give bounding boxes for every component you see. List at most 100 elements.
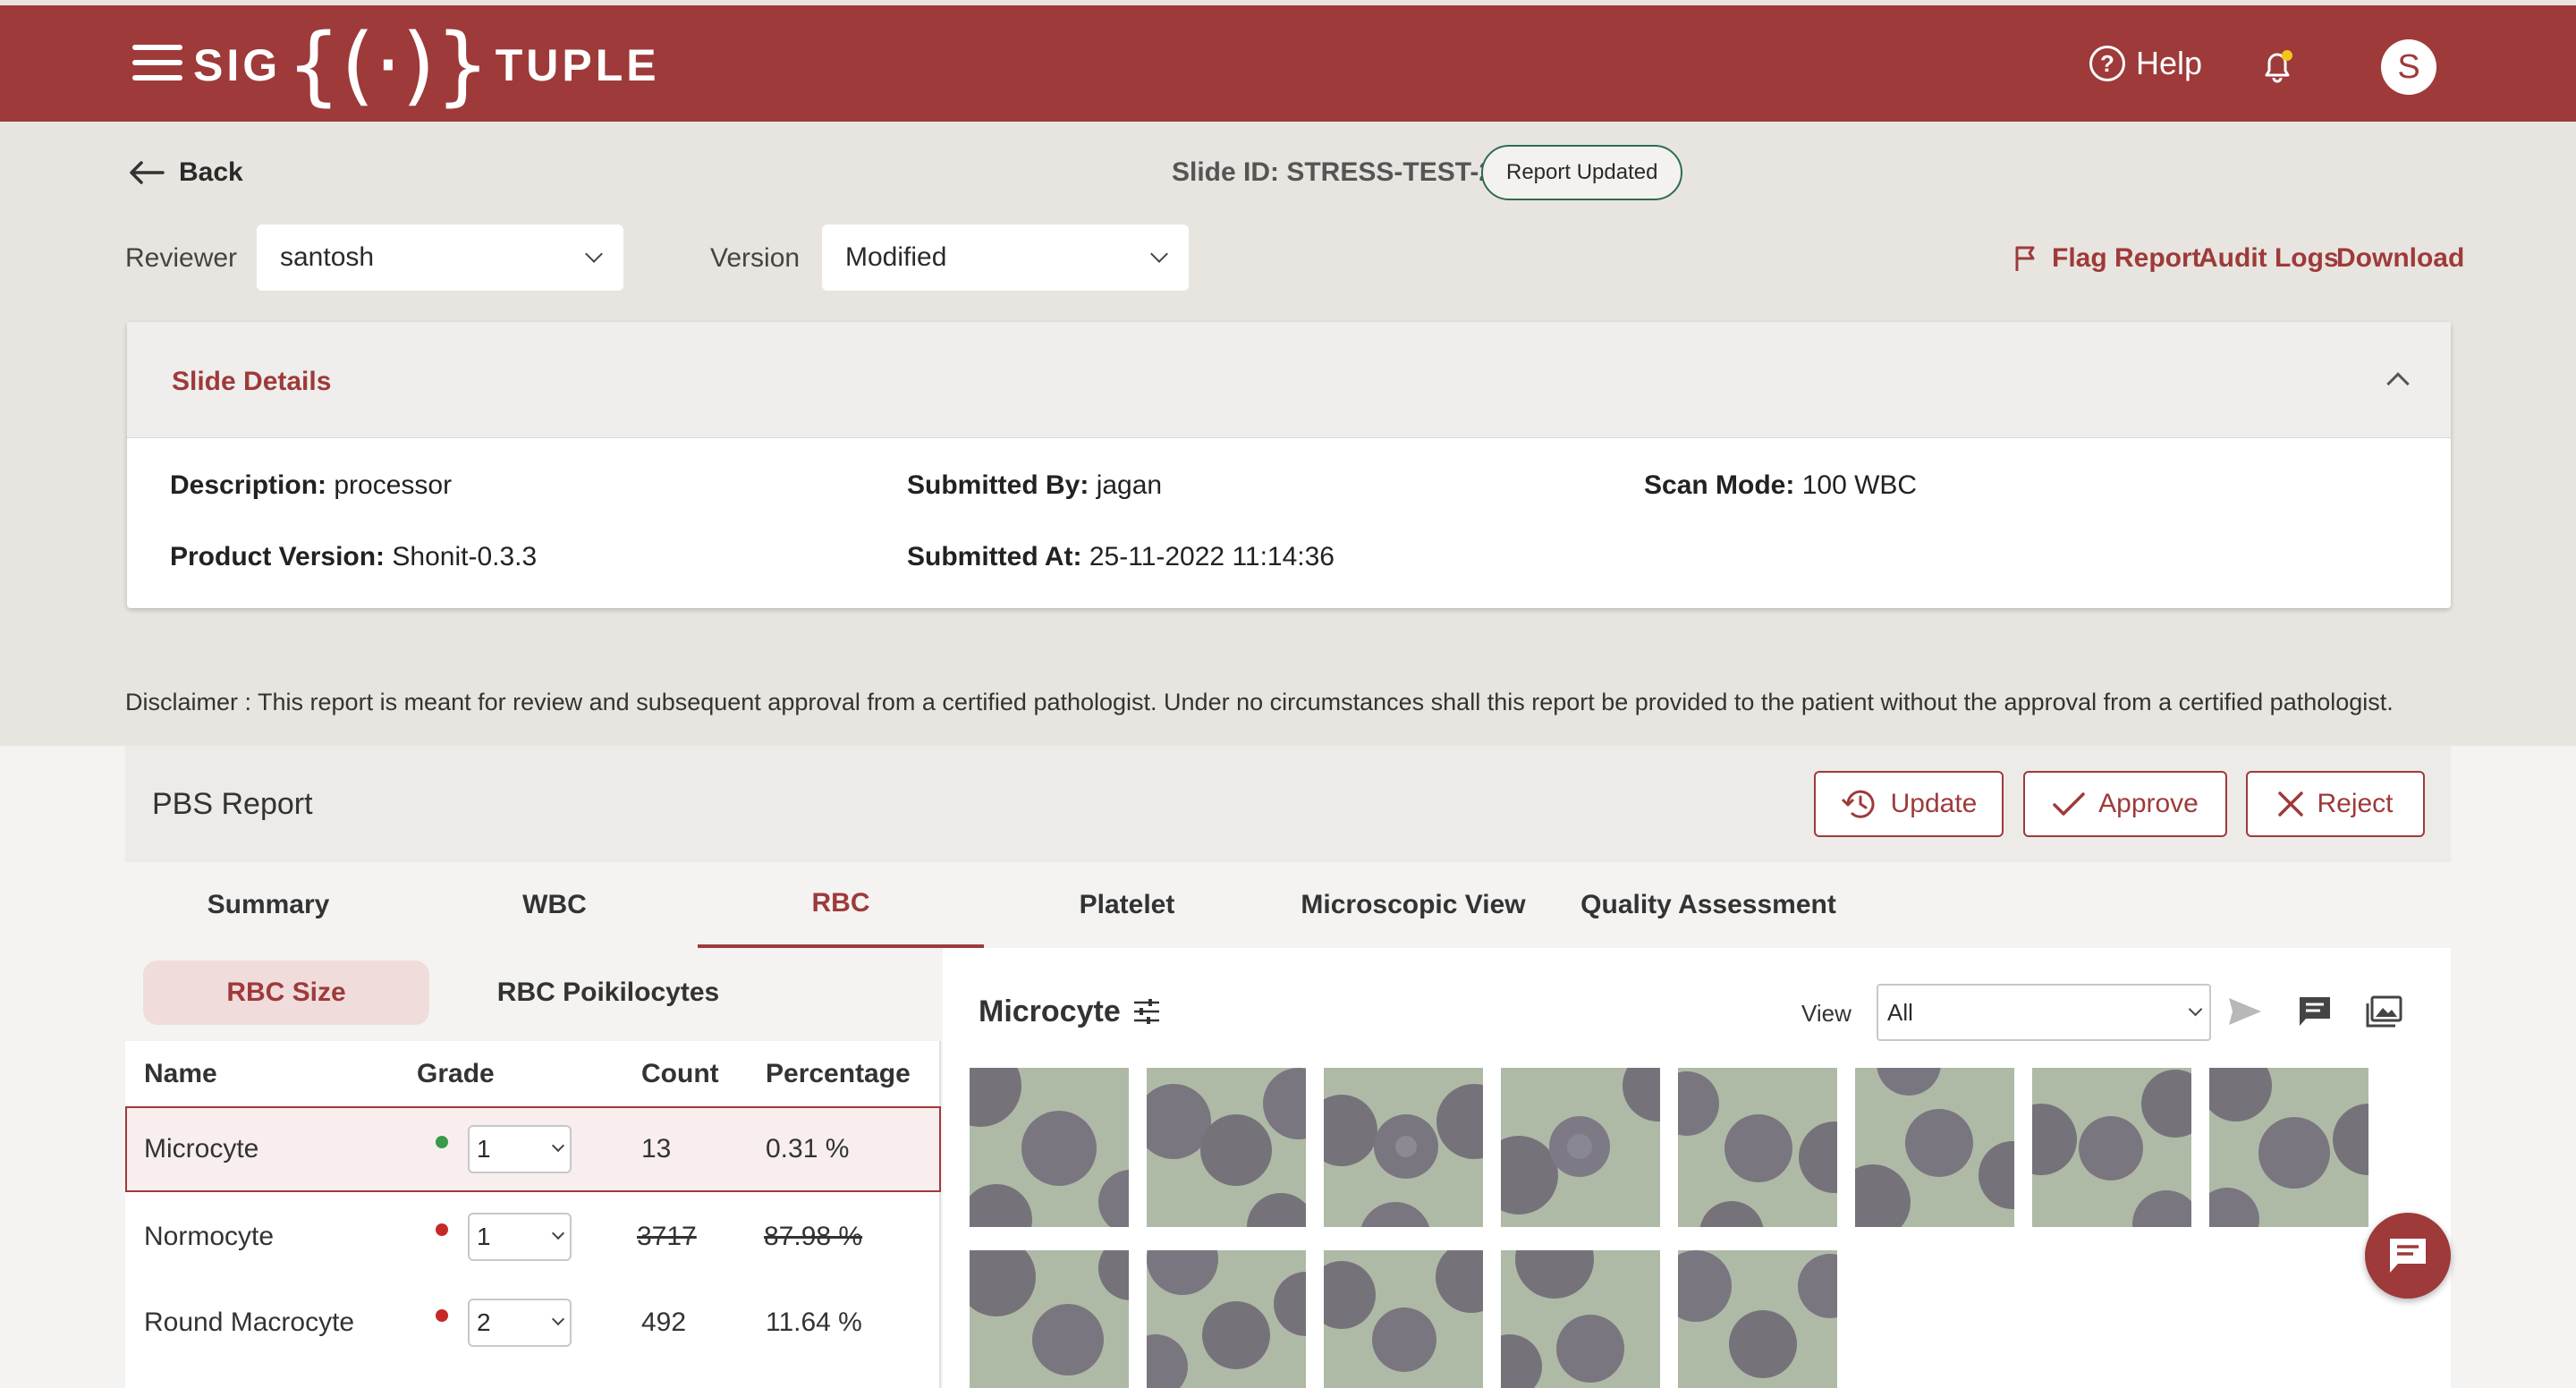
product-version-label: Product Version:: [170, 542, 386, 571]
audit-logs-link[interactable]: Audit Logs: [2199, 243, 2339, 274]
notification-bell-icon[interactable]: [2258, 47, 2297, 86]
slide-id: Slide ID: STRESS-TEST-25: [1172, 157, 1509, 187]
chevron-down-icon: [1150, 245, 1168, 263]
slide-details-title: Slide Details: [172, 367, 332, 396]
grade-value: 1: [477, 1223, 491, 1250]
help-label: Help: [2136, 45, 2203, 81]
submitted-at-label: Submitted At:: [907, 542, 1082, 571]
slide-details-header[interactable]: Slide Details: [127, 322, 2451, 438]
column-header-count: Count: [641, 1059, 719, 1088]
menu-icon[interactable]: [132, 45, 182, 80]
update-button[interactable]: Update: [1814, 771, 2004, 837]
description-detail: Description: processor: [170, 470, 452, 501]
slide-details-card: Slide Details Description: processor Pro…: [127, 322, 2451, 608]
submitted-by-value: jagan: [1096, 470, 1163, 500]
chevron-down-icon: [2188, 1002, 2203, 1016]
send-icon[interactable]: [2227, 996, 2263, 1027]
update-label: Update: [1890, 789, 1978, 818]
grade-select[interactable]: 2: [468, 1299, 572, 1347]
cell-thumbnail[interactable]: [1147, 1068, 1306, 1227]
logo-text-left: SIG: [193, 40, 282, 90]
view-value: All: [1887, 998, 1913, 1026]
sigtuple-logo: SIG {(·)} TUPLE: [193, 15, 660, 115]
reviewer-value: santosh: [280, 242, 375, 272]
row-name: Normocyte: [144, 1222, 275, 1251]
back-label: Back: [179, 157, 243, 187]
grade-status-dot: [436, 1223, 448, 1236]
gallery-title: Microcyte: [979, 994, 1121, 1028]
scan-mode-detail: Scan Mode: 100 WBC: [1644, 470, 1917, 501]
product-version-detail: Product Version: Shonit-0.3.3: [170, 542, 537, 572]
tab-platelet[interactable]: Platelet: [984, 862, 1270, 948]
cell-thumbnail[interactable]: [1501, 1250, 1660, 1388]
grade-status-dot: [436, 1136, 448, 1148]
cell-thumbnail[interactable]: [1678, 1068, 1837, 1227]
column-header-percentage: Percentage: [766, 1059, 911, 1088]
version-label: Version: [710, 243, 801, 273]
reject-button[interactable]: Reject: [2246, 771, 2425, 837]
chevron-down-icon: [551, 1226, 565, 1240]
view-select[interactable]: All: [1877, 984, 2211, 1041]
description-value: processor: [334, 470, 453, 500]
chat-button[interactable]: [2365, 1213, 2451, 1299]
user-avatar[interactable]: S: [2381, 39, 2436, 95]
submitted-at-detail: Submitted At: 25-11-2022 11:14:36: [907, 542, 1335, 572]
product-version-value: Shonit-0.3.3: [392, 542, 538, 571]
chevron-down-icon: [551, 1312, 565, 1326]
chevron-up-icon[interactable]: [2386, 372, 2410, 395]
submitted-by-detail: Submitted By: jagan: [907, 470, 1162, 501]
row-percentage: 11.64 %: [766, 1308, 862, 1337]
back-button[interactable]: Back: [129, 157, 243, 188]
reviewer-select[interactable]: santosh: [257, 224, 623, 291]
submitted-by-label: Submitted By:: [907, 470, 1089, 500]
cell-thumbnail[interactable]: [1855, 1068, 2014, 1227]
image-gallery-icon[interactable]: [2365, 994, 2402, 1028]
cell-thumbnail[interactable]: [1501, 1068, 1660, 1227]
cell-thumbnail[interactable]: [1147, 1250, 1306, 1388]
chat-icon: [2390, 1239, 2426, 1273]
grade-select[interactable]: 1: [468, 1125, 572, 1173]
chevron-down-icon: [551, 1138, 565, 1153]
logo-text-right: TUPLE: [495, 40, 660, 90]
tab-summary[interactable]: Summary: [125, 862, 411, 948]
grade-value: 2: [477, 1308, 491, 1336]
history-icon: [1841, 790, 1875, 818]
reviewer-label: Reviewer: [125, 243, 238, 273]
row-count: 492: [641, 1308, 687, 1337]
chevron-down-icon: [585, 245, 603, 263]
cell-thumbnail[interactable]: [1324, 1068, 1483, 1227]
tab-quality-assessment[interactable]: Quality Assessment: [1556, 862, 1860, 948]
scan-mode-value: 100 WBC: [1801, 470, 1918, 500]
approve-label: Approve: [2098, 789, 2199, 818]
grade-select[interactable]: 1: [468, 1213, 572, 1261]
cell-thumbnail[interactable]: [1678, 1250, 1837, 1388]
submitted-at-value: 25-11-2022 11:14:36: [1089, 542, 1335, 571]
grade-status-dot: [436, 1309, 448, 1322]
arrow-left-icon: [130, 161, 165, 184]
row-name: Microcyte: [144, 1134, 259, 1164]
help-button[interactable]: ? Help: [2089, 45, 2202, 82]
check-icon: [2053, 792, 2085, 816]
cell-thumbnail[interactable]: [2032, 1068, 2191, 1227]
flag-report-link[interactable]: Flag Report: [2014, 243, 2201, 274]
tab-wbc[interactable]: WBC: [411, 862, 698, 948]
tab-microscopic-view[interactable]: Microscopic View: [1270, 862, 1556, 948]
reject-label: Reject: [2317, 789, 2394, 818]
version-select[interactable]: Modified: [822, 224, 1189, 291]
approve-button[interactable]: Approve: [2023, 771, 2227, 837]
column-header-grade: Grade: [417, 1059, 495, 1088]
row-name: Round Macrocyte: [144, 1308, 355, 1337]
cell-thumbnail[interactable]: [970, 1250, 1129, 1388]
tune-icon[interactable]: [1132, 998, 1161, 1025]
disclaimer-text: Disclaimer : This report is meant for re…: [125, 689, 2394, 715]
cell-thumbnail[interactable]: [1324, 1250, 1483, 1388]
cell-thumbnail[interactable]: [970, 1068, 1129, 1227]
subtab-rbc-poikilocytes[interactable]: RBC Poikilocytes: [447, 961, 769, 1025]
report-status-badge[interactable]: Report Updated: [1481, 145, 1683, 200]
download-link[interactable]: Download: [2336, 243, 2464, 274]
subtab-rbc-size[interactable]: RBC Size: [143, 961, 429, 1025]
tab-rbc[interactable]: RBC: [698, 862, 984, 948]
flag-report-label: Flag Report: [2052, 243, 2201, 273]
comment-icon[interactable]: [2297, 994, 2333, 1028]
cell-thumbnail[interactable]: [2209, 1068, 2368, 1227]
